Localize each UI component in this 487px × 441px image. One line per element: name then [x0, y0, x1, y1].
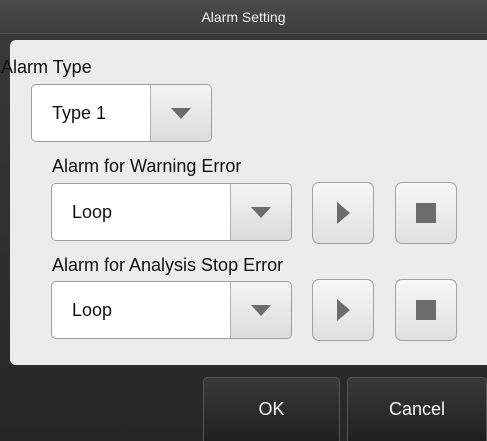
stop-icon [416, 203, 436, 223]
analysis-stop-error-value: Loop [72, 299, 113, 320]
alarm-type-select[interactable]: Type 1 [31, 84, 212, 142]
warning-error-stop-button[interactable] [395, 182, 457, 244]
warning-error-value: Loop [72, 201, 113, 222]
warning-error-dropdown-button[interactable] [230, 184, 291, 240]
analysis-stop-error-dropdown-button[interactable] [230, 282, 291, 338]
alarm-setting-dialog: Alarm Setting Alarm Type Type 1 Alarm fo… [0, 0, 487, 441]
chevron-down-icon [171, 107, 191, 119]
analysis-stop-error-label: Alarm for Analysis Stop Error [52, 255, 284, 275]
warning-error-label: Alarm for Warning Error [52, 156, 242, 176]
chevron-down-icon [251, 206, 271, 218]
analysis-stop-error-stop-button[interactable] [395, 279, 457, 341]
ok-button[interactable]: OK [203, 377, 340, 441]
play-icon [336, 202, 350, 224]
dialog-title: Alarm Setting [0, 0, 487, 34]
play-icon [336, 299, 350, 321]
settings-panel: Alarm Type Type 1 Alarm for Warning Erro… [1, 40, 487, 365]
cancel-button[interactable]: Cancel [347, 377, 487, 441]
alarm-type-label: Alarm Type [1, 57, 92, 77]
stop-icon [416, 300, 436, 320]
chevron-down-icon [251, 304, 271, 316]
warning-error-play-button[interactable] [312, 182, 374, 244]
analysis-stop-error-select[interactable]: Loop [51, 281, 292, 339]
alarm-type-dropdown-button[interactable] [150, 85, 211, 141]
analysis-stop-error-play-button[interactable] [312, 279, 374, 341]
alarm-type-value: Type 1 [52, 102, 107, 123]
warning-error-select[interactable]: Loop [51, 183, 292, 241]
